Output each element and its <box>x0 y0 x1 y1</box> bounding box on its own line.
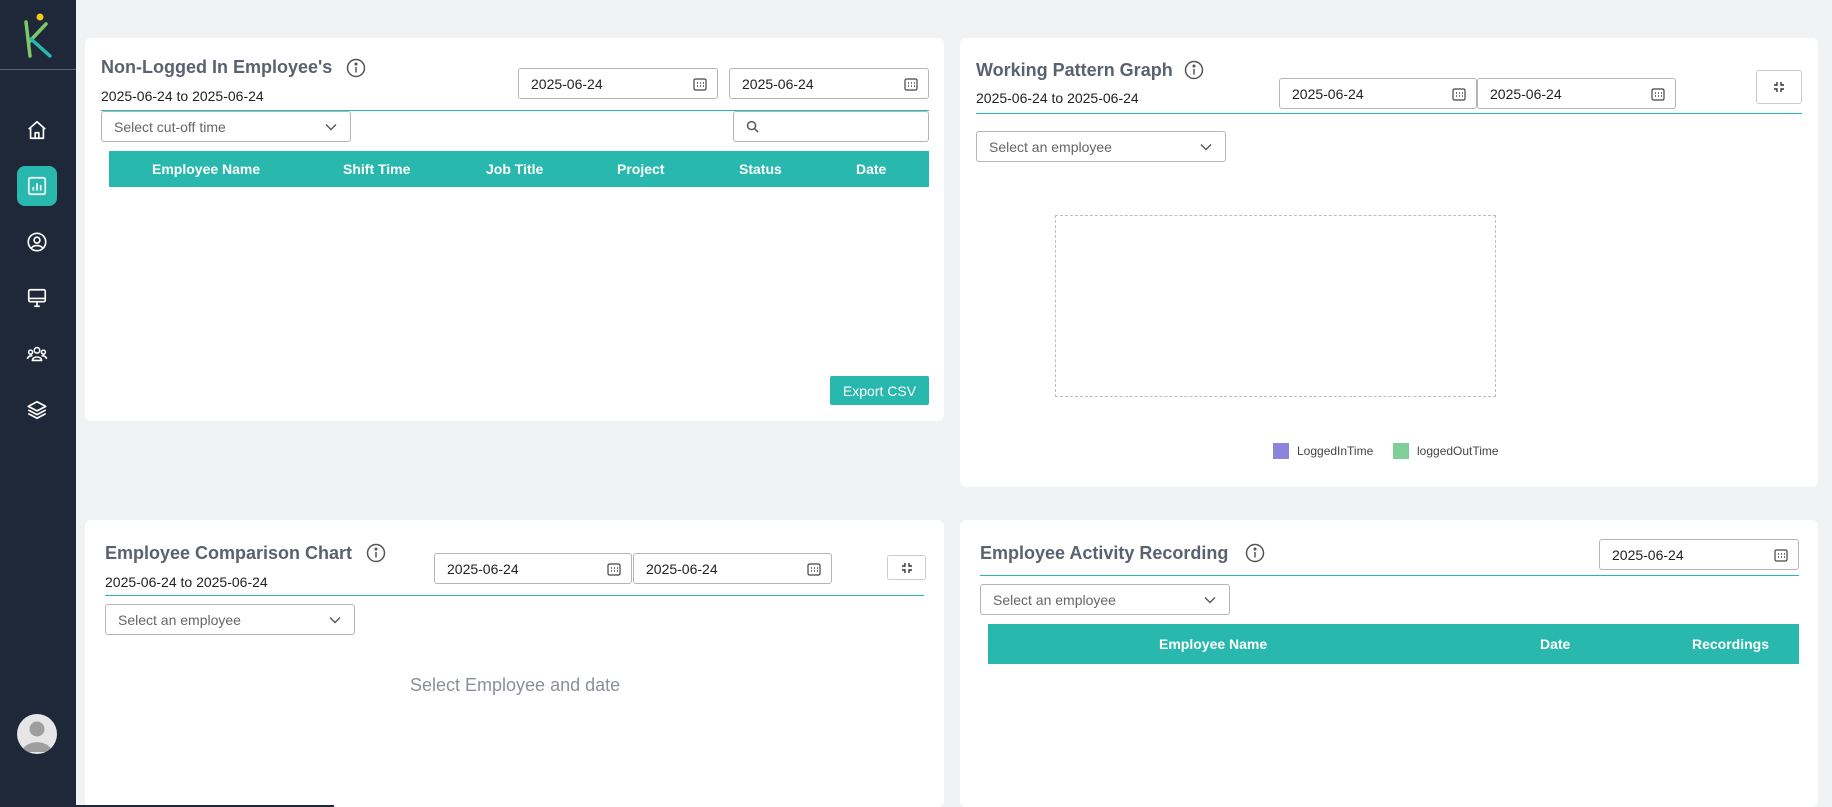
card-title: Employee Comparison Chart <box>105 543 353 563</box>
legend-label[interactable]: loggedOutTime <box>1417 444 1499 458</box>
user-icon <box>27 232 47 252</box>
activity-recording-card: Employee Activity Recording 2025-06-24 S… <box>960 520 1818 807</box>
calendar-icon <box>1452 88 1466 101</box>
info-icon[interactable] <box>366 543 386 563</box>
to-date-value: 2025-06-24 <box>742 75 814 92</box>
nav-home[interactable] <box>17 110 57 150</box>
column-header[interactable]: Date <box>856 161 886 177</box>
monitor-icon <box>27 288 47 308</box>
from-date-value: 2025-06-24 <box>447 560 519 577</box>
column-header[interactable]: Date <box>1540 636 1570 652</box>
from-date-input[interactable]: 2025-06-24 <box>1279 78 1477 109</box>
non-logged-card: Non-Logged In Employee's 2025-06-24 to 2… <box>85 38 944 421</box>
date-value: 2025-06-24 <box>1612 546 1684 563</box>
column-header[interactable]: Employee Name <box>152 161 260 177</box>
employee-select[interactable]: Select an employee <box>105 604 355 635</box>
to-date-input[interactable]: 2025-06-24 <box>1477 78 1676 109</box>
employee-select[interactable]: Select an employee <box>980 584 1230 615</box>
date-range-text: 2025-06-24 to 2025-06-24 <box>101 88 264 104</box>
nav-monitor[interactable] <box>17 278 57 318</box>
header-divider <box>976 113 1802 114</box>
employee-placeholder: Select an employee <box>989 138 1112 155</box>
expand-button[interactable] <box>1756 70 1802 104</box>
column-header[interactable]: Project <box>617 161 664 177</box>
from-date-value: 2025-06-24 <box>531 75 603 92</box>
header-divider <box>980 575 1799 576</box>
empty-state-message: Select Employee and date <box>410 675 621 695</box>
chevron-down-icon <box>325 124 337 131</box>
column-header[interactable]: Recordings <box>1692 636 1769 652</box>
calendar-icon <box>607 563 621 576</box>
info-icon[interactable] <box>1184 60 1204 80</box>
chart-icon <box>27 176 47 196</box>
chevron-down-icon <box>329 617 341 624</box>
from-date-input[interactable]: 2025-06-24 <box>434 553 632 584</box>
chart-area <box>1055 215 1496 397</box>
layers-icon <box>27 400 47 420</box>
calendar-icon <box>904 78 918 91</box>
logo-divider <box>0 69 76 70</box>
card-title: Non-Logged In Employee's <box>101 57 333 77</box>
search-icon <box>746 120 759 133</box>
calendar-icon <box>807 563 821 576</box>
users-icon <box>26 346 48 362</box>
working-pattern-card: Working Pattern Graph 2025-06-24 to 2025… <box>960 38 1818 487</box>
calendar-icon <box>693 78 707 91</box>
to-date-input[interactable]: 2025-06-24 <box>729 68 929 99</box>
date-range-text: 2025-06-24 to 2025-06-24 <box>105 574 268 590</box>
legend-swatch-loggedout <box>1393 443 1409 459</box>
from-date-value: 2025-06-24 <box>1292 85 1364 102</box>
from-date-input[interactable]: 2025-06-24 <box>518 68 718 99</box>
collapse-icon <box>1774 82 1784 92</box>
header-divider <box>105 595 924 596</box>
comparison-card: Employee Comparison Chart 2025-06-24 to … <box>85 520 944 807</box>
info-icon[interactable] <box>1245 543 1265 563</box>
legend-label[interactable]: LoggedInTime <box>1297 444 1373 458</box>
column-header[interactable]: Job Title <box>486 161 543 177</box>
to-date-input[interactable]: 2025-06-24 <box>633 553 832 584</box>
column-header[interactable]: Employee Name <box>1159 636 1267 652</box>
nav-profile[interactable] <box>17 222 57 262</box>
calendar-icon <box>1651 88 1665 101</box>
non-logged-table-header: Employee Name Shift Time Job Title Proje… <box>109 151 929 187</box>
cutoff-time-select[interactable]: Select cut-off time <box>101 111 351 142</box>
nav-reports[interactable] <box>17 166 57 206</box>
column-header[interactable]: Status <box>739 161 782 177</box>
search-input[interactable] <box>733 111 929 142</box>
expand-button[interactable] <box>887 555 926 580</box>
collapse-icon <box>901 562 912 573</box>
employee-select[interactable]: Select an employee <box>976 131 1226 162</box>
avatar[interactable] <box>17 714 57 754</box>
chevron-down-icon <box>1200 144 1212 151</box>
column-header[interactable]: Shift Time <box>343 161 410 177</box>
nav-layers[interactable] <box>17 390 57 430</box>
legend-swatch-loggedin <box>1273 443 1289 459</box>
employee-placeholder: Select an employee <box>118 611 241 628</box>
info-icon[interactable] <box>346 58 366 78</box>
employee-placeholder: Select an employee <box>993 591 1116 608</box>
activity-table-header: Employee Name Date Recordings <box>988 624 1799 664</box>
nav-team[interactable] <box>17 334 57 374</box>
to-date-value: 2025-06-24 <box>1490 85 1562 102</box>
card-title: Employee Activity Recording <box>980 543 1229 563</box>
sidebar <box>0 0 76 807</box>
calendar-icon <box>1774 549 1788 562</box>
date-input[interactable]: 2025-06-24 <box>1599 539 1799 570</box>
date-range-text: 2025-06-24 to 2025-06-24 <box>976 90 1139 106</box>
to-date-value: 2025-06-24 <box>646 560 718 577</box>
export-csv-button[interactable]: Export CSV <box>830 376 929 405</box>
cutoff-placeholder: Select cut-off time <box>114 118 226 135</box>
home-icon <box>28 120 46 140</box>
app-logo[interactable] <box>18 12 58 58</box>
chevron-down-icon <box>1204 597 1216 604</box>
card-title: Working Pattern Graph <box>976 60 1173 80</box>
